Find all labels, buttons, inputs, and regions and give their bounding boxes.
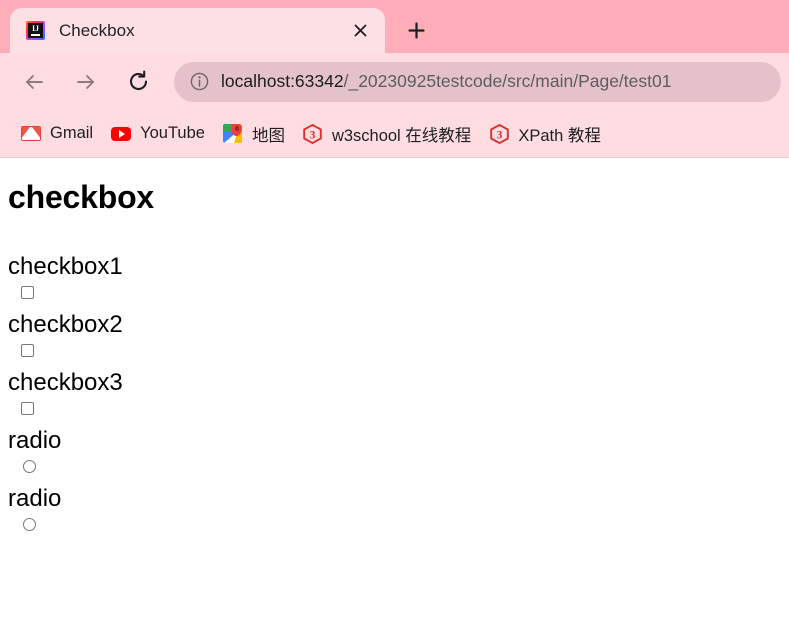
site-info-icon[interactable]	[188, 71, 210, 93]
url-path: /_20230925testcode/src/main/Page/test01	[343, 71, 672, 91]
gmail-icon	[21, 124, 41, 144]
forward-button[interactable]	[66, 62, 106, 102]
new-tab-button[interactable]	[399, 13, 433, 47]
form-field-list: checkbox1 checkbox2 checkbox3 radio radi…	[0, 252, 789, 531]
reload-icon	[129, 70, 147, 90]
radio-input-2[interactable]	[23, 518, 36, 531]
address-bar-url: localhost:63342/_20230925testcode/src/ma…	[221, 71, 671, 92]
radio-input-1[interactable]	[23, 460, 36, 473]
field-label: checkbox1	[8, 253, 123, 280]
back-button[interactable]	[14, 62, 54, 102]
bookmark-youtube[interactable]: YouTube	[102, 118, 214, 150]
page-title: checkbox	[8, 179, 155, 215]
page-content: checkbox checkbox1 checkbox2 checkbox3 r…	[0, 158, 789, 618]
svg-text:3: 3	[496, 129, 502, 141]
svg-text:3: 3	[310, 129, 316, 141]
close-icon[interactable]	[347, 18, 373, 44]
google-maps-icon	[223, 124, 243, 144]
bookmarks-bar: Gmail YouTube 地图 3 w3school 在线教程 3 XPath…	[0, 110, 789, 158]
field-label: checkbox3	[8, 369, 123, 396]
bookmark-label: XPath 教程	[518, 126, 601, 145]
form-row-radio1: radio	[8, 426, 789, 473]
arrow-right-icon	[77, 74, 94, 89]
arrow-left-icon	[26, 74, 43, 89]
tab-strip: IJ Checkbox	[0, 0, 789, 53]
browser-tab-checkbox[interactable]: IJ Checkbox	[10, 8, 385, 53]
field-label: checkbox2	[8, 311, 123, 338]
bookmark-maps[interactable]: 地图	[214, 118, 294, 150]
w3school-icon: 3	[489, 123, 509, 144]
bookmark-w3school[interactable]: 3 w3school 在线教程	[294, 118, 480, 150]
field-label: radio	[8, 427, 62, 454]
w3school-icon: 3	[303, 123, 323, 144]
field-label: radio	[8, 485, 62, 512]
bookmark-label: YouTube	[140, 124, 205, 142]
url-host: localhost:63342	[221, 71, 344, 91]
checkbox-input-checkbox2[interactable]	[21, 344, 34, 357]
bookmark-label: w3school 在线教程	[331, 126, 472, 145]
address-bar[interactable]: localhost:63342/_20230925testcode/src/ma…	[174, 61, 781, 102]
youtube-icon	[111, 124, 132, 144]
form-row-checkbox2: checkbox2	[8, 310, 789, 357]
browser-window: IJ Checkbox localhost:63342/_20230925tes…	[0, 0, 789, 618]
browser-toolbar: localhost:63342/_20230925testcode/src/ma…	[0, 53, 789, 110]
form-row-checkbox1: checkbox1	[8, 252, 789, 299]
favicon-label: IJ	[31, 24, 40, 33]
bookmark-label: Gmail	[50, 124, 94, 142]
checkbox-input-checkbox3[interactable]	[21, 402, 34, 415]
form-row-radio2: radio	[8, 484, 789, 531]
form-row-checkbox3: checkbox3	[8, 368, 789, 415]
reload-button[interactable]	[118, 62, 158, 102]
checkbox-input-checkbox1[interactable]	[21, 286, 34, 299]
tab-title: Checkbox	[59, 20, 135, 40]
bookmark-gmail[interactable]: Gmail	[12, 118, 102, 150]
bookmark-label: 地图	[251, 126, 285, 145]
intellij-idea-favicon: IJ	[26, 21, 45, 40]
bookmark-xpath[interactable]: 3 XPath 教程	[480, 118, 610, 150]
